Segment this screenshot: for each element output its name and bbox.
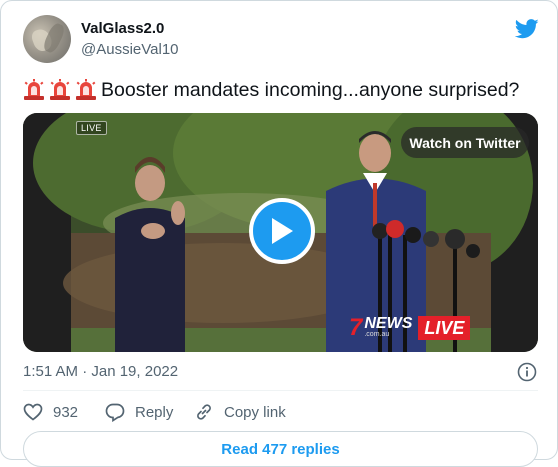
like-button[interactable]: 932 (23, 401, 78, 423)
tweet-text: Booster mandates incoming...anyone surpr… (23, 77, 519, 103)
watch-on-twitter-button[interactable]: Watch on Twitter (401, 127, 529, 158)
rotating-light-icon (50, 79, 70, 100)
rotating-light-icon (76, 79, 96, 100)
read-replies-button[interactable]: Read 477 replies (23, 431, 538, 467)
video-player[interactable]: LIVE Watch on Twitter 7 NEWS .com.au LIV… (23, 113, 538, 352)
channel-number: 7 (349, 314, 363, 341)
live-tag: LIVE (76, 121, 107, 135)
channel-live-badge: LIVE (418, 316, 471, 340)
like-count: 932 (53, 403, 79, 421)
copy-link-button[interactable]: Copy link (194, 401, 286, 423)
tweet-body: Booster mandates incoming...anyone surpr… (101, 78, 520, 101)
channel-name: NEWS .com.au (364, 315, 413, 339)
rotating-light-icon (24, 79, 44, 100)
link-icon (197, 404, 211, 420)
play-icon (272, 218, 293, 244)
twitter-bird-icon[interactable] (515, 19, 539, 39)
reply-icon (105, 403, 125, 422)
author-display-name[interactable]: ValGlass2.0 (81, 20, 164, 37)
copy-link-label: Copy link (224, 403, 286, 421)
reply-button[interactable]: Reply (105, 401, 173, 423)
tweet-timestamp[interactable]: 1:51 AM · Jan 19, 2022 (23, 363, 178, 380)
divider (23, 390, 538, 391)
play-button[interactable] (249, 198, 315, 264)
channel-domain: .com.au (364, 331, 390, 338)
reply-label: Reply (135, 403, 174, 421)
author-avatar[interactable] (23, 15, 71, 63)
heart-icon (23, 403, 43, 421)
tweet-card: ValGlass2.0 @AussieVal10 Booster mandate… (0, 0, 558, 467)
channel-name-text: NEWS (364, 315, 413, 332)
info-icon[interactable] (517, 362, 537, 382)
channel-logo: 7 NEWS .com.au LIVE (349, 314, 471, 342)
author-handle[interactable]: @AussieVal10 (81, 41, 179, 58)
